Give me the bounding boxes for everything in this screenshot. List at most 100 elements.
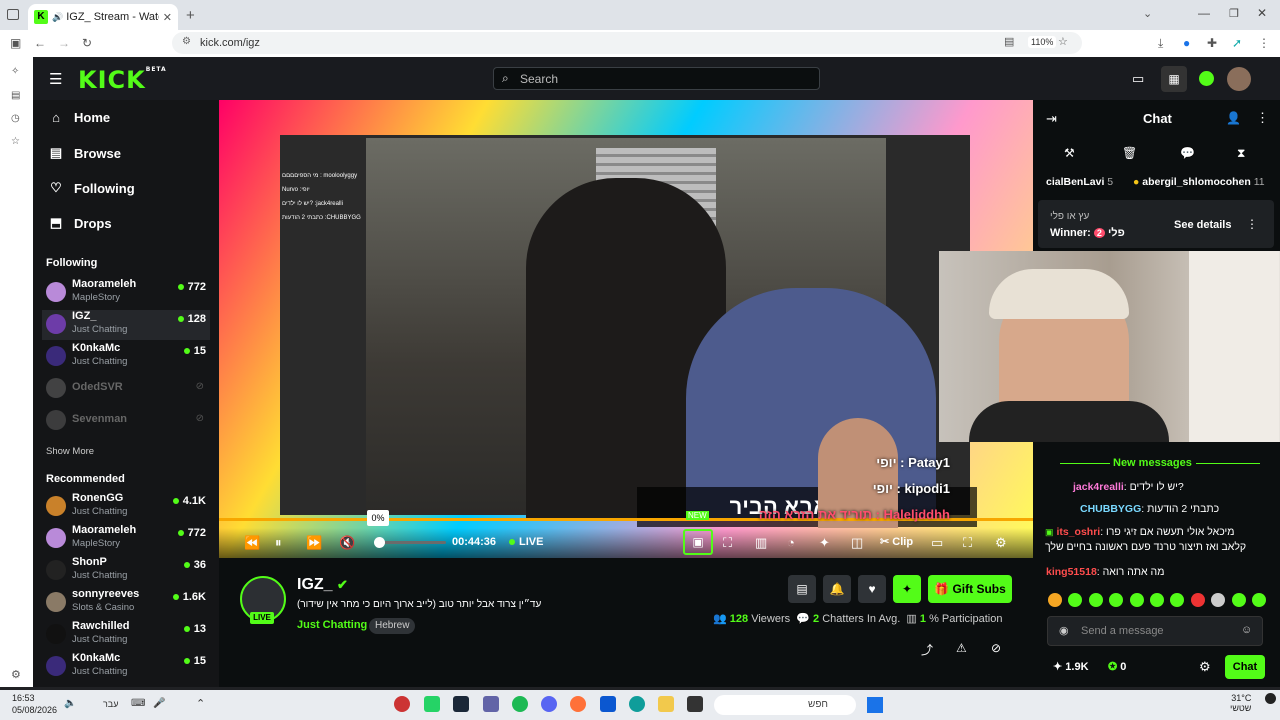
emote-icon[interactable] <box>1109 593 1124 607</box>
steam-icon[interactable] <box>453 696 469 712</box>
clip-button[interactable]: ✂ Clip <box>880 535 913 548</box>
chat-badge-icon[interactable]: ◉ <box>1059 624 1069 637</box>
chat-user[interactable]: its_oshri <box>1056 526 1100 538</box>
chat-send-button[interactable]: Chat <box>1225 655 1265 679</box>
file-explorer-icon[interactable] <box>658 696 674 712</box>
taskbar-search[interactable]: חפש <box>714 695 856 715</box>
whatsapp-icon[interactable] <box>424 696 440 712</box>
channel-item[interactable]: Maorameleh MapleStory 772 <box>42 278 210 308</box>
chat-users-icon[interactable]: 👤 <box>1226 111 1241 125</box>
live-indicator[interactable]: LIVE <box>509 536 543 548</box>
emote-icon[interactable] <box>1088 593 1103 607</box>
channel-item[interactable]: Sevenman ⊘ <box>42 406 210 436</box>
chat-user[interactable]: jack4realli <box>1073 481 1124 493</box>
close-window-button[interactable]: ✕ <box>1257 6 1267 20</box>
new-tab-button[interactable]: + <box>186 7 195 24</box>
spotify-icon[interactable] <box>512 696 528 712</box>
fullscreen-icon[interactable]: ⛶ <box>963 535 972 551</box>
nav-following[interactable]: ♡ Following <box>48 180 134 196</box>
channel-item[interactable]: ShonP Just Chatting 36 <box>42 556 210 586</box>
chat-user[interactable]: king51518 <box>1046 566 1097 578</box>
minimize-button[interactable]: — <box>1198 6 1210 20</box>
chat-menu-icon[interactable]: ⋮ <box>1256 110 1269 126</box>
keyboard-tray-icon[interactable]: ⌨ <box>131 698 145 709</box>
trash-icon[interactable]: 🗑 <box>1122 146 1137 160</box>
reader-icon[interactable]: ▤ <box>1004 35 1014 48</box>
hourglass-icon[interactable]: ⧗ <box>1237 146 1245 161</box>
address-bar[interactable]: ⚙ kick.com/igz ▤ 110% ☆ <box>172 32 1082 54</box>
close-tab-icon[interactable]: ✕ <box>163 11 172 24</box>
record-button[interactable]: ▣ <box>683 529 713 555</box>
edge-icon[interactable] <box>629 696 645 712</box>
gift-subs-button[interactable]: 🎁 Gift Subs <box>928 575 1012 603</box>
kick-logo[interactable]: KICKBETA <box>78 66 167 94</box>
strip-icon-4[interactable]: ☆ <box>11 136 20 147</box>
emote-icon[interactable] <box>1149 593 1164 607</box>
theater-icon[interactable]: ▭ <box>931 535 943 551</box>
show-more-link[interactable]: Show More <box>46 446 94 457</box>
mod-hammer-icon[interactable]: ⚒ <box>1064 146 1075 160</box>
emote-icon[interactable] <box>1129 593 1144 607</box>
emote-icon[interactable] <box>1048 593 1062 607</box>
strip-icon-1[interactable]: ✧ <box>11 66 19 77</box>
report-icon[interactable]: ⚠ <box>956 641 967 655</box>
teams-icon[interactable] <box>483 696 499 712</box>
back-button[interactable]: ← <box>34 36 46 50</box>
weather[interactable]: 31°C שטשי <box>1230 693 1251 713</box>
crop-icon[interactable]: ⛶ <box>723 535 732 551</box>
sidebar-toggle-icon[interactable]: ▣ <box>10 36 21 50</box>
channel-item[interactable]: RonenGG Just Chatting 4.1K <box>42 492 210 522</box>
pip-icon[interactable]: ◫ <box>851 535 863 551</box>
user-avatar[interactable] <box>1227 67 1251 91</box>
maximize-button[interactable]: ❐ <box>1229 7 1239 20</box>
extension-shield-icon[interactable]: ● <box>1183 36 1190 50</box>
extension-arrow-icon[interactable]: ➚ <box>1232 36 1242 50</box>
fast-forward-button[interactable]: ⏩ <box>306 535 322 551</box>
refresh-button[interactable]: ↻ <box>82 36 92 50</box>
speed-icon[interactable]: ◔ <box>787 535 795 550</box>
collapse-chat-icon[interactable]: ⇥ <box>1046 111 1057 127</box>
volume-slider[interactable] <box>378 541 446 544</box>
channel-item[interactable]: sonnyreeves Slots & Casino 1.6K <box>42 588 210 618</box>
discord-icon[interactable] <box>541 696 557 712</box>
channel-item[interactable]: IGZ_ Just Chatting 128 <box>42 310 210 340</box>
emote-icon[interactable] <box>1251 593 1266 607</box>
notification-bell-button[interactable]: 🔔 <box>823 575 851 603</box>
channel-item[interactable]: Maorameleh MapleStory 772 <box>42 524 210 554</box>
follow-heart-button[interactable]: ♥ <box>858 575 886 603</box>
lang-indicator[interactable]: עבר <box>103 699 118 709</box>
chevron-up-icon[interactable]: ⌃ <box>196 697 205 710</box>
bookmark-star-icon[interactable]: ☆ <box>1058 35 1068 48</box>
mic-tray-icon[interactable]: 🎤 <box>153 698 165 709</box>
firefox-icon[interactable] <box>570 696 586 712</box>
stats-icon[interactable]: ▥ <box>755 535 767 551</box>
tab-list-icon[interactable] <box>7 9 19 20</box>
emote-icon[interactable] <box>1211 593 1226 607</box>
taskbar-app-icon[interactable] <box>394 696 410 712</box>
channel-item[interactable]: OdedSVR ⊘ <box>42 374 210 404</box>
tab-search-icon[interactable]: ⌄ <box>1143 7 1152 20</box>
windows-start-icon[interactable] <box>867 697 883 713</box>
emote-icon[interactable] <box>1068 593 1083 607</box>
streamer-name[interactable]: IGZ_ ✔ <box>297 576 348 594</box>
kicks-balance[interactable]: ✪ 0 <box>1108 660 1126 673</box>
extensions-icon[interactable]: ✚ <box>1207 36 1217 50</box>
search-input[interactable]: ⌕ Search <box>493 67 820 90</box>
settings-icon[interactable]: ⚙ <box>995 535 1007 551</box>
layout-icon[interactable]: ▦ <box>1161 66 1187 92</box>
site-info-icon[interactable]: ⚙ <box>182 36 191 47</box>
store-icon[interactable] <box>600 696 616 712</box>
chat-user[interactable]: CHUBBYGG <box>1080 503 1141 515</box>
zoom-level[interactable]: 110% <box>1028 36 1057 48</box>
poll-menu-icon[interactable]: ⋮ <box>1246 217 1258 231</box>
chat-bubble-icon[interactable]: 💬 <box>1180 146 1195 160</box>
nav-browse[interactable]: ▤ Browse <box>48 145 121 161</box>
rewind-button[interactable]: ⏪ <box>244 535 260 551</box>
theater-mode-icon[interactable]: ▭ <box>1132 71 1144 87</box>
volume-tray-icon[interactable]: 🔈 <box>64 698 76 709</box>
hide-icon[interactable]: ⊘ <box>991 641 1001 655</box>
channel-item[interactable]: K0nkaMc Just Chatting 15 <box>42 342 210 372</box>
channel-item[interactable]: Rawchilled Just Chatting 13 <box>42 620 210 650</box>
language-tag[interactable]: Hebrew <box>369 618 416 634</box>
forward-button[interactable]: → <box>58 36 70 50</box>
